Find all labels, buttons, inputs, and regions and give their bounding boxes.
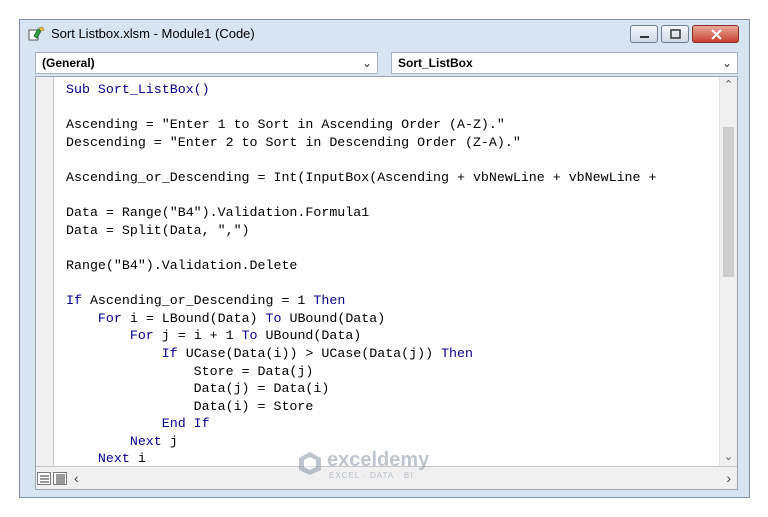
code-keyword: Sub Sort_ListBox(): [66, 82, 210, 97]
scroll-right-icon[interactable]: ›: [726, 470, 731, 486]
close-icon: [711, 29, 722, 40]
code-line[interactable]: Store = Data(j): [66, 363, 720, 381]
procedure-dropdown[interactable]: Sort_ListBox ⌄: [391, 52, 738, 74]
combo-bar: (General) ⌄ Sort_ListBox ⌄: [35, 52, 738, 74]
scroll-down-icon[interactable]: ⌄: [720, 449, 737, 466]
code-text: Data(j) = Data(i): [66, 381, 330, 397]
code-text: Data(i) = Store: [66, 398, 314, 414]
code-keyword: Next: [97, 451, 130, 465]
code-line[interactable]: For j = i + 1 To UBound(Data): [66, 327, 720, 345]
exceldemy-logo-icon: [299, 452, 321, 475]
code-keyword: Then: [313, 293, 346, 309]
code-line[interactable]: Ascending_or_Descending = Int(InputBox(A…: [66, 169, 720, 187]
code-line[interactable]: [66, 187, 720, 205]
code-keyword: End If: [161, 416, 210, 432]
code-text: Ascending_or_Descending = 1: [81, 293, 314, 309]
code-line[interactable]: Ascending = "Enter 1 to Sort in Ascendin…: [66, 116, 720, 134]
full-module-view-button[interactable]: [53, 472, 67, 485]
code-text: UCase(Data(i)) > UCase(Data(j)): [177, 345, 442, 361]
code-line[interactable]: End If: [66, 415, 720, 433]
code-text: Ascending_or_Descending = Int(InputBox(A…: [66, 169, 657, 185]
vertical-scrollbar[interactable]: ⌃ ⌄: [719, 77, 737, 466]
code-keyword: For: [97, 310, 122, 326]
window-title: Sort Listbox.xlsm - Module1 (Code): [51, 26, 255, 41]
scroll-left-icon[interactable]: ‹: [74, 470, 79, 486]
object-dropdown-value: (General): [42, 56, 95, 70]
code-keyword: To: [265, 310, 282, 326]
code-line[interactable]: [66, 275, 720, 293]
code-text: Data = Split(Data, ","): [66, 222, 250, 238]
maximize-button[interactable]: [661, 25, 689, 43]
code-keyword: For: [129, 328, 154, 344]
code-line[interactable]: For i = LBound(Data) To UBound(Data): [66, 310, 720, 328]
procedure-dropdown-value: Sort_ListBox: [398, 56, 473, 70]
code-line[interactable]: [66, 151, 720, 169]
code-text: Data = Range("B4").Validation.Formula1: [66, 205, 370, 221]
code-text: Descending = "Enter 2 to Sort in Descend…: [66, 134, 521, 150]
margin-indicator-bar[interactable]: [36, 77, 54, 466]
maximize-icon: [670, 29, 681, 39]
code-line[interactable]: Data = Split(Data, ","): [66, 222, 720, 240]
minimize-button[interactable]: [630, 25, 658, 43]
code-line[interactable]: [66, 239, 720, 257]
full-module-view-icon: [56, 474, 65, 484]
minimize-icon: [640, 36, 649, 38]
code-text: i = LBound(Data): [121, 310, 266, 326]
code-text: UBound(Data): [281, 310, 386, 326]
code-line[interactable]: If Ascending_or_Descending = 1 Then: [66, 292, 720, 310]
code-line[interactable]: If UCase(Data(i)) > UCase(Data(j)) Then: [66, 345, 720, 363]
code-keyword: If: [66, 293, 82, 309]
scroll-up-icon[interactable]: ⌃: [720, 77, 737, 94]
code-text: i: [129, 451, 146, 465]
code-text: Ascending = "Enter 1 to Sort in Ascendin…: [66, 117, 505, 133]
chevron-down-icon: ⌄: [361, 56, 372, 70]
code-keyword: To: [241, 328, 258, 344]
code-text: Range("B4").Validation.Delete: [66, 257, 298, 273]
code-line[interactable]: Data = Range("B4").Validation.Formula1: [66, 204, 720, 222]
code-line[interactable]: Data(i) = Store: [66, 398, 720, 416]
procedure-view-button[interactable]: [37, 472, 51, 485]
code-keyword: If: [161, 345, 178, 361]
code-area[interactable]: Sub Sort_ListBox() Ascending = "Enter 1 t…: [66, 81, 720, 465]
code-editor[interactable]: Sub Sort_ListBox() Ascending = "Enter 1 t…: [35, 76, 738, 490]
watermark: exceldemy EXCEL · DATA · BI: [297, 446, 487, 486]
watermark-name: exceldemy: [327, 449, 430, 471]
title-bar[interactable]: Sort Listbox.xlsm - Module1 (Code): [20, 20, 749, 48]
code-line[interactable]: [66, 99, 720, 117]
chevron-down-icon: ⌄: [721, 56, 732, 70]
code-keyword: Next: [129, 433, 162, 449]
code-text: Store = Data(j): [66, 363, 314, 379]
watermark-tagline: EXCEL · DATA · BI: [329, 471, 414, 480]
close-button[interactable]: [692, 25, 739, 43]
code-line[interactable]: Data(j) = Data(i): [66, 380, 720, 398]
code-text: j = i + 1: [153, 328, 242, 344]
code-keyword: Then: [441, 345, 473, 361]
vba-code-window: Sort Listbox.xlsm - Module1 (Code) (Gene…: [19, 19, 750, 498]
vba-module-icon: [28, 26, 46, 42]
code-text: UBound(Data): [257, 328, 362, 344]
procedure-view-icon: [40, 475, 49, 483]
object-dropdown[interactable]: (General) ⌄: [35, 52, 378, 74]
code-line[interactable]: Sub Sort_ListBox(): [66, 81, 720, 99]
code-line[interactable]: Range("B4").Validation.Delete: [66, 257, 720, 275]
code-text: j: [161, 433, 178, 449]
code-line[interactable]: Descending = "Enter 2 to Sort in Descend…: [66, 134, 720, 152]
vertical-scroll-thumb[interactable]: [723, 127, 734, 277]
